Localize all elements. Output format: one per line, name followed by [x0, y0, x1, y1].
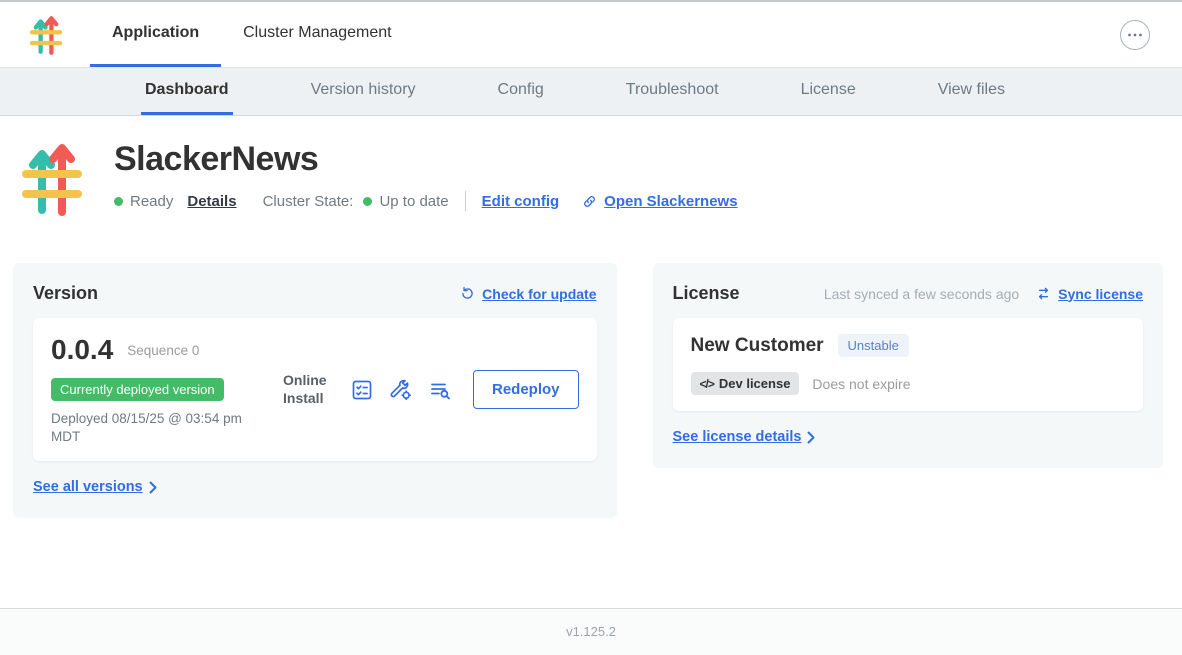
current-version-panel: 0.0.4 Sequence 0 Currently deployed vers… — [33, 318, 597, 461]
subnav-view-files-label: View files — [938, 81, 1005, 99]
refresh-icon — [459, 285, 476, 302]
subnav-config-label: Config — [498, 81, 544, 99]
status-row: Ready Details Cluster State: Up to date … — [114, 191, 738, 211]
app-title-block: SlackerNews Ready Details Cluster State:… — [114, 140, 738, 211]
sync-license-label: Sync license — [1058, 286, 1143, 302]
version-number: 0.0.4 — [51, 334, 113, 366]
status-divider — [465, 191, 466, 211]
lines-search-icon — [428, 378, 452, 402]
see-license-details-link[interactable]: See license details — [673, 429, 816, 445]
sequence-label: Sequence 0 — [127, 343, 199, 358]
deployed-badge: Currently deployed version — [51, 378, 224, 401]
ready-status-dot — [114, 197, 123, 206]
license-details-panel: New Customer Unstable </> Dev license Do… — [673, 318, 1143, 411]
license-card-title: License — [673, 283, 740, 304]
see-all-versions-label: See all versions — [33, 479, 143, 495]
footer: v1.125.2 — [0, 608, 1182, 655]
version-number-row: 0.0.4 Sequence 0 — [51, 334, 283, 366]
chevron-right-icon — [807, 431, 815, 444]
admin-console-page: Application Cluster Management Dashboard… — [0, 0, 1182, 655]
subnav-version-history[interactable]: Version history — [307, 68, 420, 115]
app-header: SlackerNews Ready Details Cluster State:… — [0, 116, 1182, 223]
sync-arrows-icon — [1035, 285, 1052, 302]
license-type-badge: </> Dev license — [691, 372, 800, 395]
tab-cluster-management-label: Cluster Management — [243, 24, 392, 42]
version-card-header: Version Check for update — [33, 283, 597, 304]
wrench-gear-icon — [389, 378, 413, 402]
chevron-right-icon — [149, 481, 157, 494]
more-menu-button[interactable] — [1120, 20, 1150, 50]
license-card: License Last synced a few seconds ago Sy… — [653, 263, 1163, 468]
checklist-icon — [350, 378, 374, 402]
header-right — [1120, 2, 1182, 67]
customer-name: New Customer — [691, 335, 824, 357]
license-type-row: </> Dev license Does not expire — [691, 372, 1125, 395]
version-card: Version Check for update 0.0.4 Sequence — [13, 263, 617, 518]
app-logo-icon — [28, 2, 64, 67]
license-type-label: Dev license — [719, 376, 791, 391]
cluster-state-dot — [363, 197, 372, 206]
header-tabs: Application Cluster Management — [90, 2, 414, 67]
subnav-config[interactable]: Config — [494, 68, 548, 115]
cluster-state-value: Up to date — [379, 193, 448, 210]
subnav-dashboard-label: Dashboard — [145, 81, 229, 99]
ready-status-label: Ready — [130, 193, 173, 210]
release-notes-button[interactable] — [350, 378, 374, 402]
tab-cluster-management[interactable]: Cluster Management — [221, 2, 414, 67]
top-header: Application Cluster Management — [0, 2, 1182, 68]
app-subnav: Dashboard Version history Config Trouble… — [0, 68, 1182, 116]
tab-application-label: Application — [112, 24, 199, 42]
subnav-version-history-label: Version history — [311, 81, 416, 99]
channel-badge: Unstable — [838, 334, 909, 357]
install-type-label: Online Install — [283, 372, 335, 407]
tab-application[interactable]: Application — [90, 2, 221, 67]
version-actions: Online Install — [283, 370, 579, 409]
license-header-right: Last synced a few seconds ago Sync licen… — [824, 285, 1143, 302]
open-app-link[interactable]: Open Slackernews — [581, 193, 737, 210]
check-for-update-label: Check for update — [482, 286, 596, 302]
license-card-header: License Last synced a few seconds ago Sy… — [673, 283, 1143, 304]
customer-row: New Customer Unstable — [691, 334, 1125, 357]
subnav-view-files[interactable]: View files — [934, 68, 1009, 115]
version-info: 0.0.4 Sequence 0 Currently deployed vers… — [51, 334, 283, 445]
page-title: SlackerNews — [114, 140, 738, 179]
dashboard-cards: Version Check for update 0.0.4 Sequence — [0, 223, 1182, 518]
subnav-troubleshoot-label: Troubleshoot — [626, 81, 719, 99]
main-content: SlackerNews Ready Details Cluster State:… — [0, 116, 1182, 608]
last-synced-label: Last synced a few seconds ago — [824, 286, 1019, 302]
edit-config-link[interactable]: Edit config — [482, 193, 560, 210]
license-expiry: Does not expire — [812, 376, 910, 392]
see-all-versions-link[interactable]: See all versions — [33, 479, 157, 495]
config-values-button[interactable] — [389, 378, 413, 402]
console-version: v1.125.2 — [566, 624, 616, 639]
redeploy-button[interactable]: Redeploy — [473, 370, 579, 409]
deployed-timestamp: Deployed 08/15/25 @ 03:54 pm MDT — [51, 410, 263, 445]
subnav-dashboard[interactable]: Dashboard — [141, 68, 233, 115]
cluster-state-label: Cluster State: — [263, 193, 354, 210]
ellipsis-icon — [1125, 25, 1145, 45]
subnav-troubleshoot[interactable]: Troubleshoot — [622, 68, 723, 115]
check-for-update-link[interactable]: Check for update — [459, 285, 596, 302]
subnav-license-label: License — [801, 81, 856, 99]
details-link[interactable]: Details — [187, 193, 236, 210]
open-app-label: Open Slackernews — [604, 193, 737, 210]
app-logo-large — [20, 140, 84, 223]
code-icon: </> — [700, 377, 714, 391]
view-logs-button[interactable] — [428, 378, 452, 402]
sync-license-link[interactable]: Sync license — [1035, 285, 1143, 302]
version-card-title: Version — [33, 283, 98, 304]
subnav-license[interactable]: License — [797, 68, 860, 115]
chain-link-icon — [581, 193, 598, 210]
see-license-details-label: See license details — [673, 429, 802, 445]
